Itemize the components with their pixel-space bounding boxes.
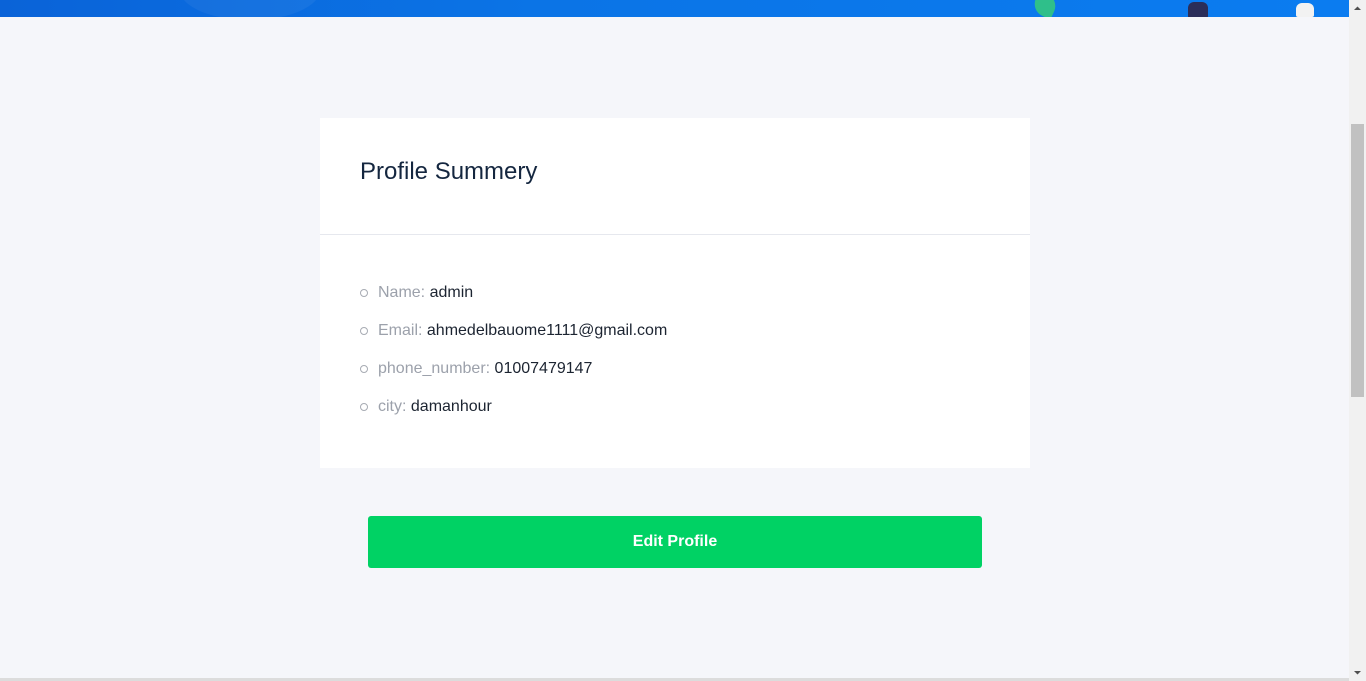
vertical-scrollbar[interactable] — [1349, 0, 1366, 681]
leaf-illustration-icon — [1030, 0, 1060, 17]
detail-label: Email: — [378, 322, 423, 339]
hero-banner — [0, 0, 1349, 17]
banner-decoration — [180, 0, 320, 17]
circle-bullet-icon — [360, 327, 368, 335]
detail-item-email: Email: ahmedelbauome1111@gmail.com — [360, 318, 1030, 356]
page-viewport: Profile Summery Name: admin Email: ahmed… — [0, 0, 1349, 681]
detail-label: city: — [378, 398, 407, 415]
detail-item-city: city: damanhour — [360, 394, 1030, 432]
scrollbar-thumb[interactable] — [1351, 124, 1364, 397]
edit-profile-button[interactable]: Edit Profile — [368, 516, 982, 568]
detail-value: damanhour — [410, 398, 492, 415]
detail-item-name: Name: admin — [360, 280, 1030, 318]
arrow-up-icon[interactable] — [1349, 0, 1366, 17]
circle-bullet-icon — [360, 289, 368, 297]
person-illustration-icon — [1296, 3, 1314, 17]
circle-bullet-icon — [360, 365, 368, 373]
card-header: Profile Summery — [320, 118, 1030, 235]
person-illustration-icon — [1188, 2, 1208, 17]
profile-details-list: Name: admin Email: ahmedelbauome1111@gma… — [320, 235, 1030, 432]
detail-label: phone_number: — [378, 360, 491, 377]
arrow-down-icon[interactable] — [1349, 664, 1366, 681]
detail-label: Name: — [378, 284, 426, 301]
detail-item-phone: phone_number: 01007479147 — [360, 356, 1030, 394]
detail-value: admin — [429, 284, 474, 301]
circle-bullet-icon — [360, 403, 368, 411]
card-title: Profile Summery — [360, 158, 538, 185]
detail-value: ahmedelbauome1111@gmail.com — [426, 322, 668, 339]
profile-summary-card: Profile Summery Name: admin Email: ahmed… — [320, 118, 1030, 468]
detail-value: 01007479147 — [494, 360, 593, 377]
